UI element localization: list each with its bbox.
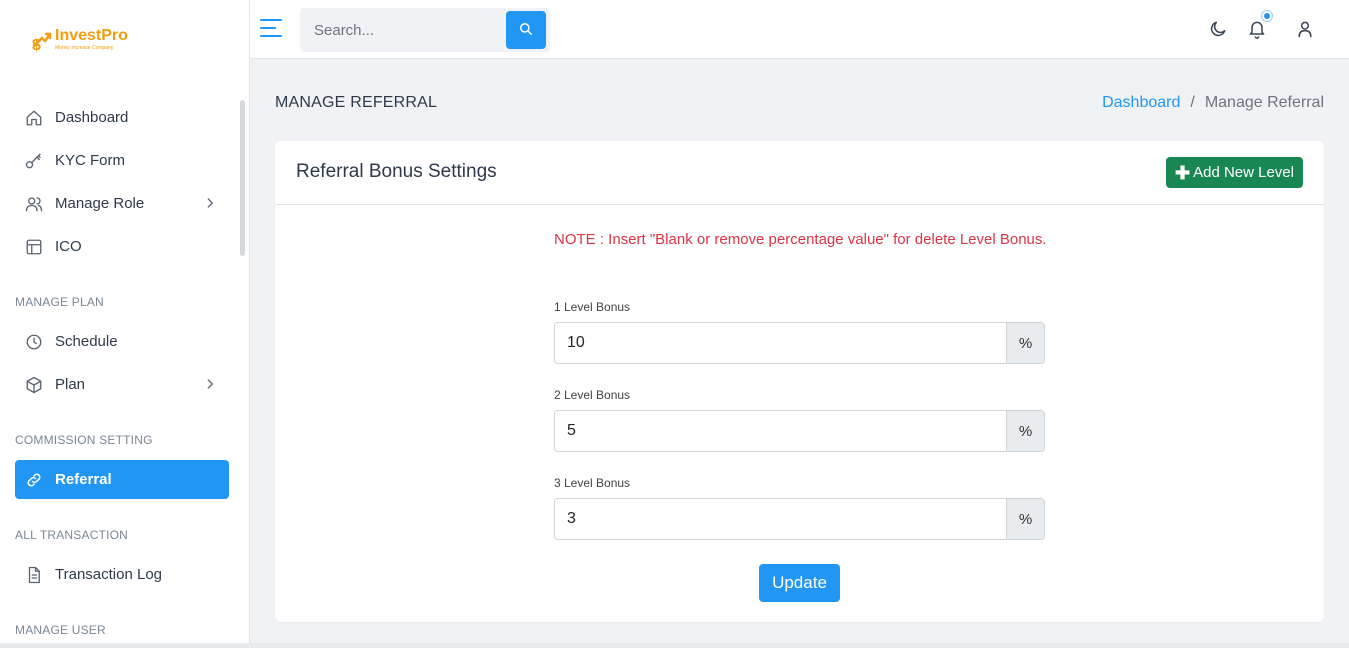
brand-tagline: Money Increase Company <box>55 44 114 51</box>
sidebar-item-label: Plan <box>55 376 86 393</box>
sidebar-item-dashboard[interactable]: Dashboard <box>15 98 229 137</box>
horizontal-scrollbar[interactable] <box>0 643 1349 648</box>
percent-suffix: % <box>1006 323 1044 363</box>
document-icon <box>25 566 43 584</box>
clock-icon <box>25 333 43 351</box>
sidebar-item-label: ICO <box>55 238 82 255</box>
sidebar-item-label: Manage Role <box>55 195 145 212</box>
search-input[interactable] <box>300 8 506 52</box>
level-1-input-group: % <box>554 322 1045 364</box>
key-icon <box>25 152 43 170</box>
search-icon <box>519 22 533 39</box>
link-icon <box>25 471 43 489</box>
sidebar-item-label: Transaction Log <box>55 566 163 583</box>
sidebar-item-label: KYC Form <box>55 152 126 169</box>
search-button[interactable] <box>506 11 546 49</box>
sidebar-item-plan[interactable]: Plan <box>15 365 229 404</box>
search-bar <box>300 8 550 52</box>
card-header: Referral Bonus Settings ✚ Add New Level <box>275 141 1324 205</box>
add-new-level-button[interactable]: ✚ Add New Level <box>1166 157 1303 188</box>
sidebar-item-label: Dashboard <box>55 109 129 126</box>
section-all-transaction: ALL TRANSACTION <box>15 528 129 542</box>
sidebar-item-ico[interactable]: ICO <box>15 227 229 266</box>
chevron-right-icon <box>203 377 217 391</box>
chevron-right-icon <box>203 196 217 210</box>
percent-suffix: % <box>1006 499 1044 539</box>
level-1-label: 1 Level Bonus <box>554 300 631 314</box>
sidebar-item-transaction-log[interactable]: Transaction Log <box>15 555 229 594</box>
breadcrumb-separator: / <box>1190 94 1195 111</box>
level-2-label: 2 Level Bonus <box>554 388 631 402</box>
user-icon[interactable] <box>1295 19 1315 39</box>
update-button[interactable]: Update <box>759 564 840 602</box>
logo-icon: $ <box>30 26 52 54</box>
sidebar-item-kyc-form[interactable]: KYC Form <box>15 141 229 180</box>
breadcrumb-dashboard-link[interactable]: Dashboard <box>1102 94 1180 112</box>
add-new-level-label: Add New Level <box>1193 164 1294 181</box>
level-2-input-group: % <box>554 410 1045 452</box>
delete-note: NOTE : Insert "Blank or remove percentag… <box>554 231 1047 248</box>
sidebar-item-label: Schedule <box>55 333 118 350</box>
svg-text:$: $ <box>32 37 41 52</box>
sidebar-scrollbar[interactable] <box>240 100 245 256</box>
breadcrumb: Dashboard / Manage Referral <box>1102 94 1324 112</box>
home-icon <box>25 109 43 127</box>
level-3-label: 3 Level Bonus <box>554 476 631 490</box>
layout-icon <box>25 238 43 256</box>
menu-icon[interactable] <box>260 18 282 38</box>
notification-badge <box>1262 11 1272 21</box>
topbar <box>250 0 1349 59</box>
breadcrumb-current: Manage Referral <box>1204 94 1324 111</box>
section-manage-user: MANAGE USER <box>15 623 106 637</box>
level-3-bonus-input[interactable] <box>555 499 1006 539</box>
sidebar-item-schedule[interactable]: Schedule <box>15 322 229 361</box>
sidebar-item-label: Referral <box>55 471 112 488</box>
sidebar: $ InvestPro Money Increase Company Dashb… <box>0 0 250 648</box>
section-manage-plan: MANAGE PLAN <box>15 295 104 309</box>
plus-icon: ✚ <box>1175 162 1191 183</box>
referral-bonus-card: Referral Bonus Settings ✚ Add New Level … <box>275 141 1324 622</box>
page-title: MANAGE REFERRAL <box>275 94 438 111</box>
level-3-input-group: % <box>554 498 1045 540</box>
brand-logo[interactable]: $ InvestPro Money Increase Company <box>30 24 128 54</box>
card-title: Referral Bonus Settings <box>296 161 497 182</box>
brand-name: InvestPro <box>55 26 128 44</box>
users-icon <box>25 195 43 213</box>
sidebar-item-manage-role[interactable]: Manage Role <box>15 184 229 223</box>
level-1-bonus-input[interactable] <box>555 323 1006 363</box>
section-commission-setting: COMMISSION SETTING <box>15 433 153 447</box>
percent-suffix: % <box>1006 411 1044 451</box>
bell-icon[interactable] <box>1247 19 1267 39</box>
moon-icon[interactable] <box>1208 19 1228 39</box>
level-2-bonus-input[interactable] <box>555 411 1006 451</box>
box-icon <box>25 376 43 394</box>
sidebar-item-referral[interactable]: Referral <box>15 460 229 499</box>
